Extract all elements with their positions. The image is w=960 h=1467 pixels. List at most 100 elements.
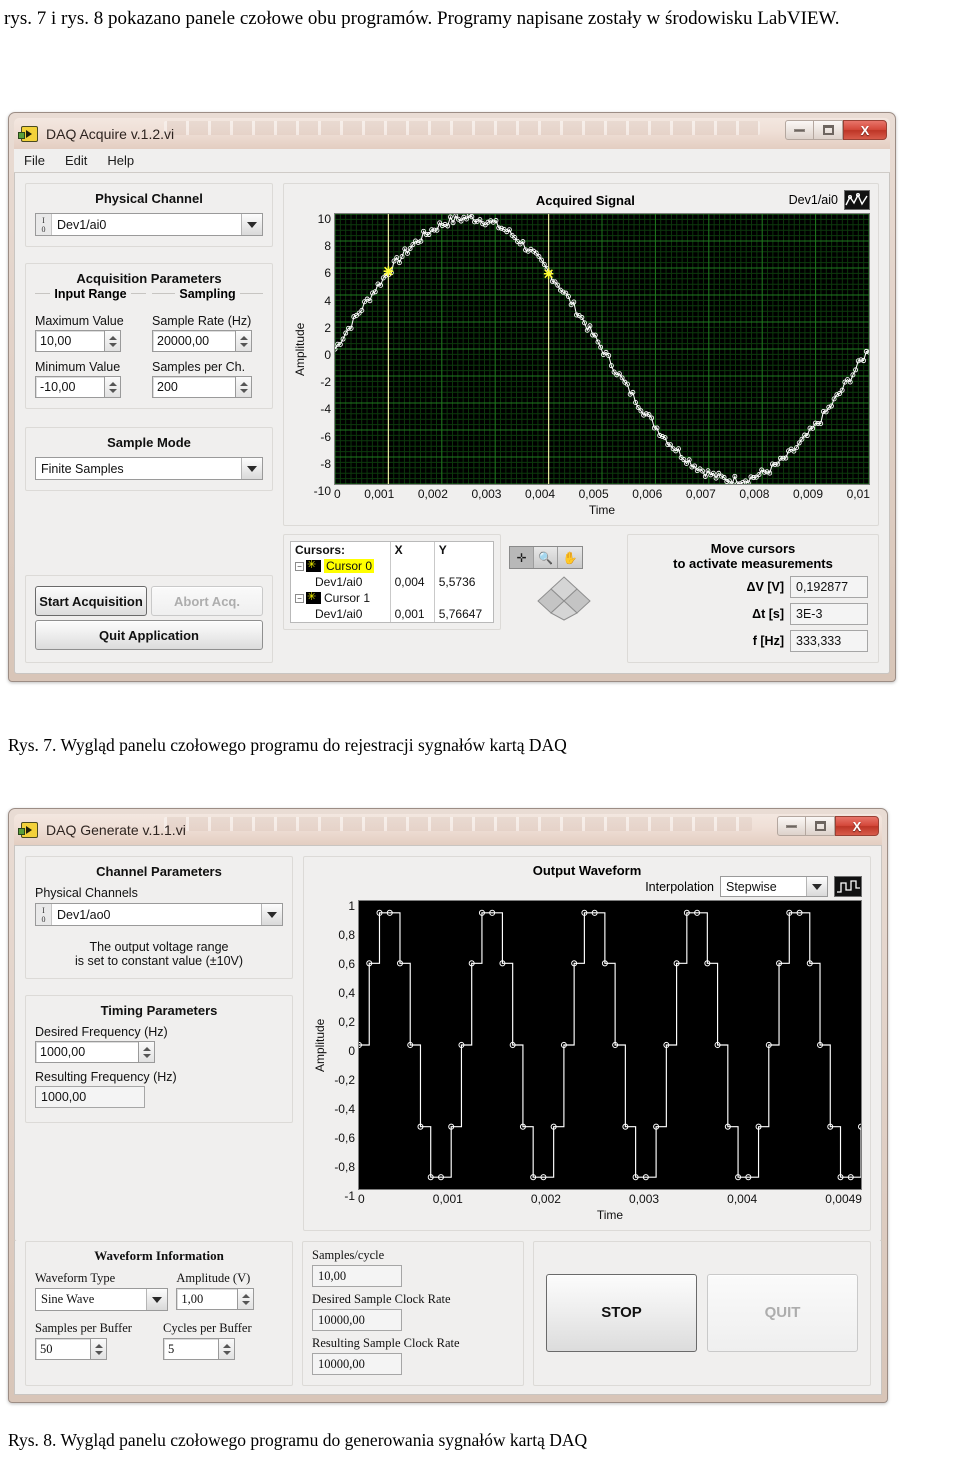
- sampling-label: Sampling: [175, 287, 240, 301]
- tree-collapse-icon[interactable]: −: [295, 562, 304, 571]
- acquisition-parameters-title: Acquisition Parameters: [76, 271, 222, 286]
- waveform-type-combo[interactable]: Sine Wave: [35, 1288, 169, 1311]
- interpolation-combo[interactable]: Stepwise: [720, 876, 828, 897]
- desired-frequency-input[interactable]: 1000,00: [35, 1041, 139, 1063]
- maximize-button-acquire[interactable]: [814, 120, 843, 140]
- acquired-signal-plot[interactable]: [334, 213, 870, 485]
- close-button-acquire[interactable]: X: [843, 120, 887, 140]
- maximize-button-generate[interactable]: [806, 816, 835, 836]
- chevron-down-icon: [152, 1296, 163, 1303]
- pan-hand-tool-icon[interactable]: ✋: [558, 547, 582, 568]
- tree-collapse-icon[interactable]: −: [295, 594, 304, 603]
- physical-channels-dropdown-arrow[interactable]: [261, 904, 282, 925]
- cursor-col-name: Cursors:: [295, 543, 346, 557]
- sample-mode-dropdown-arrow[interactable]: [241, 458, 262, 479]
- daq-generate-titlebar[interactable]: DAQ Generate v.1.1.vi X: [14, 814, 882, 845]
- daq-acquire-window: DAQ Acquire v.1.2.vi X File Edit Help Ph…: [8, 112, 896, 682]
- samples-per-buffer-stepper[interactable]: 50: [35, 1338, 107, 1360]
- samples-per-buffer-spinner[interactable]: [91, 1338, 107, 1360]
- acquired-signal-ylabel: Amplitude: [293, 322, 307, 376]
- cycles-per-buffer-stepper[interactable]: 5: [163, 1338, 235, 1360]
- desired-sample-clock-value: 10000,00: [312, 1309, 402, 1331]
- cursor1-name: Cursor 1: [324, 591, 371, 605]
- cursor-move-tool-icon[interactable]: ✛: [510, 547, 534, 568]
- minimum-value-stepper[interactable]: -10,00: [35, 376, 121, 398]
- desired-frequency-spinner[interactable]: [139, 1041, 155, 1063]
- physical-channels-combo[interactable]: I0 Dev1/ao0: [35, 903, 283, 926]
- amplitude-spinner[interactable]: [238, 1288, 255, 1310]
- daq-acquire-titlebar[interactable]: DAQ Acquire v.1.2.vi X: [14, 118, 890, 149]
- sample-mode-panel: Sample Mode Finite Samples: [25, 427, 273, 491]
- cursor0-x: 0,004: [389, 574, 435, 590]
- amplitude-input[interactable]: 1,00: [176, 1288, 239, 1310]
- sample-rate-stepper[interactable]: 20000,00: [152, 330, 252, 352]
- menu-edit[interactable]: Edit: [65, 153, 87, 168]
- acquired-signal-xticks: 0 0,001 0,002 0,003 0,004 0,005 0,006 0,007 …: [334, 487, 870, 501]
- channel-parameters-panel: Channel Parameters Physical Channels I0 …: [25, 856, 293, 979]
- interpolation-dropdown-arrow[interactable]: [806, 877, 827, 896]
- daq-acquire-title: DAQ Acquire v.1.2.vi: [46, 125, 175, 142]
- physical-channel-combo[interactable]: I0 Dev1/ai0: [35, 213, 263, 236]
- sample-rate-input[interactable]: 20000,00: [152, 330, 236, 352]
- daq-acquire-menubar: File Edit Help: [14, 149, 890, 173]
- measurement-dt-row: Δt [s] 3E-3: [638, 603, 868, 625]
- cursor0-name-cell[interactable]: − Cursor 0: [291, 558, 390, 574]
- figure-8-caption: Rys. 8. Wygląd panelu czołowego programu…: [8, 1430, 588, 1450]
- start-acquisition-button[interactable]: Start Acquisition: [35, 586, 147, 616]
- minimize-button-acquire[interactable]: [785, 120, 814, 140]
- desired-frequency-stepper[interactable]: 1000,00: [35, 1041, 155, 1063]
- sample-rate-spinner[interactable]: [236, 330, 252, 352]
- maximum-value-spinner[interactable]: [105, 330, 121, 352]
- output-waveform-plot[interactable]: [358, 900, 862, 1190]
- minimum-value-input[interactable]: -10,00: [35, 376, 105, 398]
- waveform-information-title: Waveform Information: [94, 1248, 224, 1263]
- daq-generate-title: DAQ Generate v.1.1.vi: [46, 821, 186, 838]
- samples-per-channel-spinner[interactable]: [236, 376, 252, 398]
- samples-per-channel-stepper[interactable]: 200: [152, 376, 252, 398]
- amplitude-stepper[interactable]: 1,00: [176, 1288, 255, 1310]
- minimize-button-generate[interactable]: [777, 816, 806, 836]
- maximum-value-input[interactable]: 10,00: [35, 330, 105, 352]
- daq-acquire-body: Physical Channel I0 Dev1/ai0 Acquisition…: [14, 173, 890, 674]
- menu-file[interactable]: File: [24, 153, 45, 168]
- sample-mode-combo[interactable]: Finite Samples: [35, 457, 263, 480]
- waveform-type-dropdown-arrow[interactable]: [146, 1289, 168, 1310]
- close-button-generate[interactable]: X: [835, 816, 879, 836]
- cursor0-channel: Dev1/ai0: [315, 575, 363, 589]
- abort-acquisition-button[interactable]: Abort Acq.: [151, 586, 263, 616]
- maximum-value-stepper[interactable]: 10,00: [35, 330, 121, 352]
- quit-button[interactable]: QUIT: [707, 1273, 858, 1352]
- graph-tool-palette[interactable]: ✛ 🔍 ✋: [509, 546, 583, 569]
- cursor1-channel: Dev1/ai0: [315, 607, 363, 621]
- cycles-per-buffer-spinner[interactable]: [219, 1338, 235, 1360]
- samples-per-buffer-input[interactable]: 50: [35, 1338, 91, 1360]
- measurement-dt-value: 3E-3: [790, 603, 868, 625]
- menu-help[interactable]: Help: [107, 153, 134, 168]
- resulting-frequency-label: Resulting Frequency (Hz): [35, 1070, 177, 1084]
- cursor-col-x: X: [389, 542, 435, 558]
- stop-button[interactable]: STOP: [546, 1273, 697, 1352]
- measurements-panel: Move cursors to activate measurements ΔV…: [627, 534, 879, 663]
- table-row[interactable]: − Cursor 0: [291, 558, 493, 574]
- waveform-information-panel: Waveform Information Waveform Type Sine …: [25, 1241, 293, 1386]
- table-row[interactable]: − Cursor 1: [291, 590, 493, 606]
- samples-per-channel-input[interactable]: 200: [152, 376, 236, 398]
- output-waveform-graph-panel: Output Waveform Interpolation Stepwise A…: [303, 856, 871, 1231]
- minimum-value-spinner[interactable]: [105, 376, 121, 398]
- cycles-per-buffer-input[interactable]: 5: [163, 1338, 219, 1360]
- output-waveform-legend-swatch[interactable]: [834, 876, 862, 897]
- window-controls-generate: X: [777, 816, 879, 836]
- acquired-signal-legend-swatch[interactable]: [844, 190, 870, 210]
- cursor-legend[interactable]: Cursors: X Y − Cursor 0: [290, 541, 494, 623]
- channel-parameters-title: Channel Parameters: [96, 864, 222, 879]
- graph-tools-area: ✛ 🔍 ✋: [509, 534, 619, 621]
- cursor1-name-cell[interactable]: − Cursor 1: [291, 590, 390, 606]
- cycles-per-buffer-label: Cycles per Buffer: [163, 1321, 252, 1335]
- labview-vi-icon: [18, 821, 38, 838]
- timing-parameters-title: Timing Parameters: [100, 1003, 218, 1018]
- timing-parameters-panel: Timing Parameters Desired Frequency (Hz)…: [25, 995, 293, 1123]
- physical-channel-dropdown-arrow[interactable]: [241, 214, 262, 235]
- zoom-tool-icon[interactable]: 🔍: [534, 547, 558, 568]
- cursor-movement-pad[interactable]: [537, 575, 591, 621]
- quit-application-button[interactable]: Quit Application: [35, 620, 263, 650]
